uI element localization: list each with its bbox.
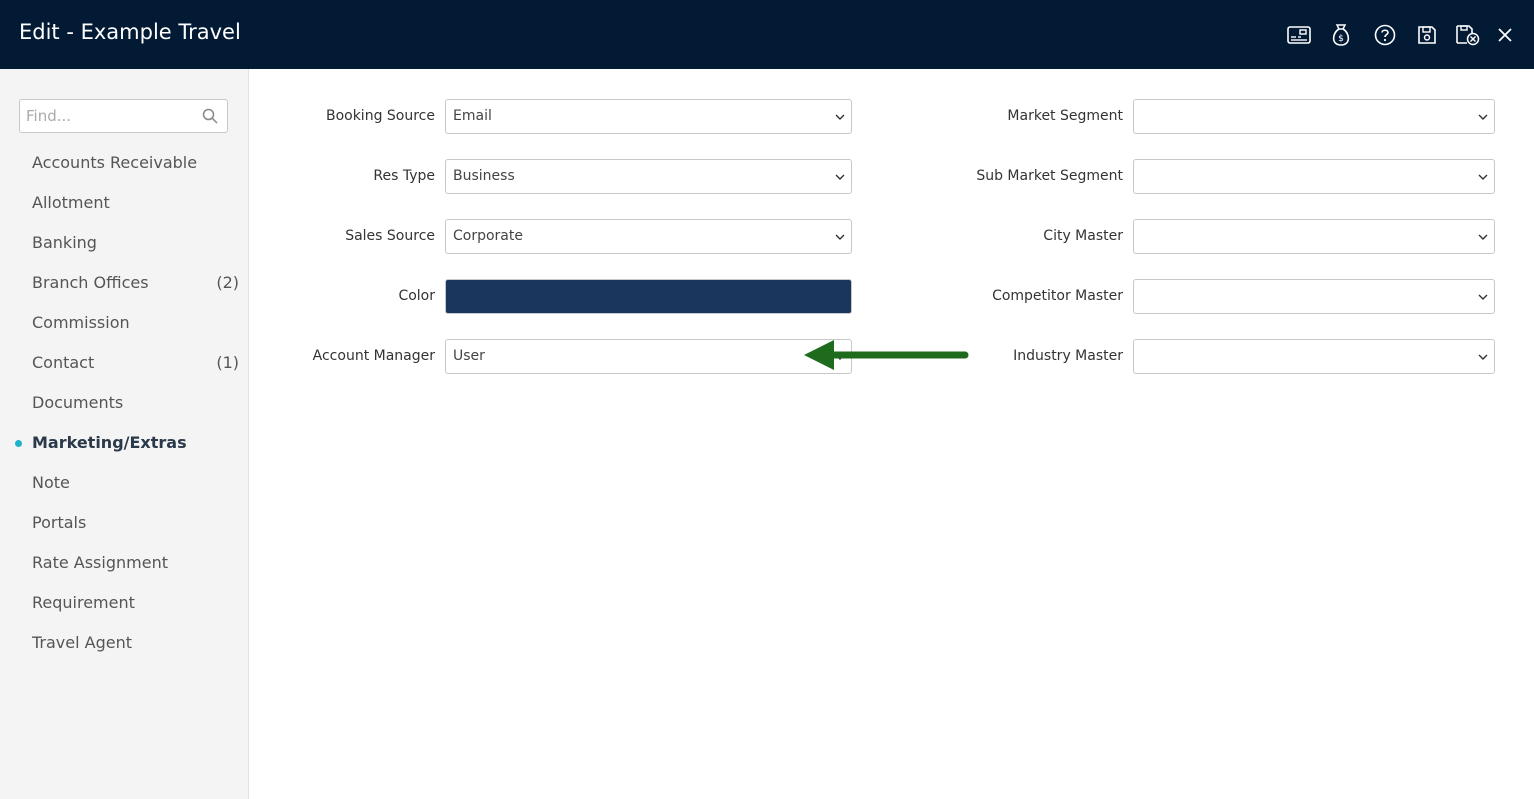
chevron-down-icon <box>1478 354 1488 360</box>
close-icon[interactable] <box>1492 22 1518 48</box>
sidebar-item-accounts-receivable[interactable]: Accounts Receivable <box>0 144 249 184</box>
sidebar-item-label: Portals <box>32 513 87 532</box>
res-type-select[interactable]: Business <box>445 159 852 194</box>
city-master-select[interactable] <box>1133 219 1495 254</box>
svg-text:$: $ <box>1338 34 1344 44</box>
sidebar-item-label: Travel Agent <box>32 633 133 652</box>
card-icon[interactable] <box>1286 22 1312 48</box>
chevron-down-icon <box>1478 114 1488 120</box>
chevron-down-icon <box>1478 174 1488 180</box>
sidebar-item-label: Note <box>32 473 70 492</box>
booking-source-label: Booking Source <box>325 108 435 124</box>
sidebar-item-label: Allotment <box>32 193 110 212</box>
chevron-down-icon <box>835 234 845 240</box>
sidebar-item-label: Documents <box>32 393 124 412</box>
sub-market-segment-label: Sub Market Segment <box>976 168 1123 184</box>
res-type-label: Res Type <box>373 168 435 184</box>
market-segment-select[interactable] <box>1133 99 1495 134</box>
window-header: Edit - Example Travel $ <box>0 0 1534 69</box>
sidebar-item-travel-agent[interactable]: Travel Agent <box>0 624 249 664</box>
find-box <box>19 99 228 133</box>
chevron-down-icon <box>835 174 845 180</box>
sidebar-item-label: Rate Assignment <box>32 553 168 572</box>
sidebar-item-documents[interactable]: Documents <box>0 384 249 424</box>
sidebar-item-rate-assignment[interactable]: Rate Assignment <box>0 544 249 584</box>
sidebar-item-commission[interactable]: Commission <box>0 304 249 344</box>
booking-source-value: Email <box>453 108 492 124</box>
sub-market-segment-select[interactable] <box>1133 159 1495 194</box>
sidebar-item-label: Banking <box>32 233 97 252</box>
sidebar-item-contact[interactable]: Contact (1) <box>0 344 249 384</box>
competitor-master-label: Competitor Master <box>992 288 1123 304</box>
sidebar-item-count: (2) <box>216 273 239 292</box>
market-segment-label: Market Segment <box>1007 108 1123 124</box>
help-icon[interactable] <box>1372 22 1398 48</box>
res-type-value: Business <box>453 168 515 184</box>
sidebar-item-label: Branch Offices <box>32 273 149 292</box>
search-input[interactable] <box>20 100 198 132</box>
sidebar-item-count: (1) <box>216 353 239 372</box>
sidebar-item-portals[interactable]: Portals <box>0 504 249 544</box>
sidebar-item-branch-offices[interactable]: Branch Offices (2) <box>0 264 249 304</box>
account-manager-value: User <box>453 348 485 364</box>
sidebar-item-allotment[interactable]: Allotment <box>0 184 249 224</box>
chevron-down-icon <box>835 114 845 120</box>
sidebar-item-marketing-extras[interactable]: Marketing/Extras <box>0 424 249 464</box>
sales-source-label: Sales Source <box>345 228 435 244</box>
window-title: Edit - Example Travel <box>19 20 241 44</box>
sales-source-value: Corporate <box>453 228 523 244</box>
chevron-down-icon <box>1478 234 1488 240</box>
money-bag-icon[interactable]: $ <box>1328 22 1354 48</box>
sidebar-item-label: Accounts Receivable <box>32 153 198 172</box>
sidebar-item-label: Marketing/Extras <box>32 433 187 452</box>
sidebar-item-label: Commission <box>32 313 130 332</box>
city-master-label: City Master <box>1043 228 1123 244</box>
sidebar-item-note[interactable]: Note <box>0 464 249 504</box>
sidebar-item-label: Contact <box>32 353 95 372</box>
color-label: Color <box>398 288 435 304</box>
sidebar: Accounts Receivable Allotment Banking Br… <box>0 69 249 799</box>
search-icon[interactable] <box>202 108 218 124</box>
sidebar-item-requirement[interactable]: Requirement <box>0 584 249 624</box>
save-icon[interactable] <box>1414 22 1440 48</box>
sidebar-item-label: Requirement <box>32 593 135 612</box>
color-picker[interactable] <box>445 279 852 314</box>
booking-source-select[interactable]: Email <box>445 99 852 134</box>
competitor-master-select[interactable] <box>1133 279 1495 314</box>
account-manager-select[interactable]: User <box>445 339 852 374</box>
account-manager-label: Account Manager <box>312 348 435 364</box>
sales-source-select[interactable]: Corporate <box>445 219 852 254</box>
sidebar-item-banking[interactable]: Banking <box>0 224 249 264</box>
industry-master-select[interactable] <box>1133 339 1495 374</box>
annotation-arrow-icon <box>804 340 969 370</box>
active-indicator <box>15 440 22 447</box>
chevron-down-icon <box>1478 294 1488 300</box>
save-close-icon[interactable] <box>1455 22 1481 48</box>
